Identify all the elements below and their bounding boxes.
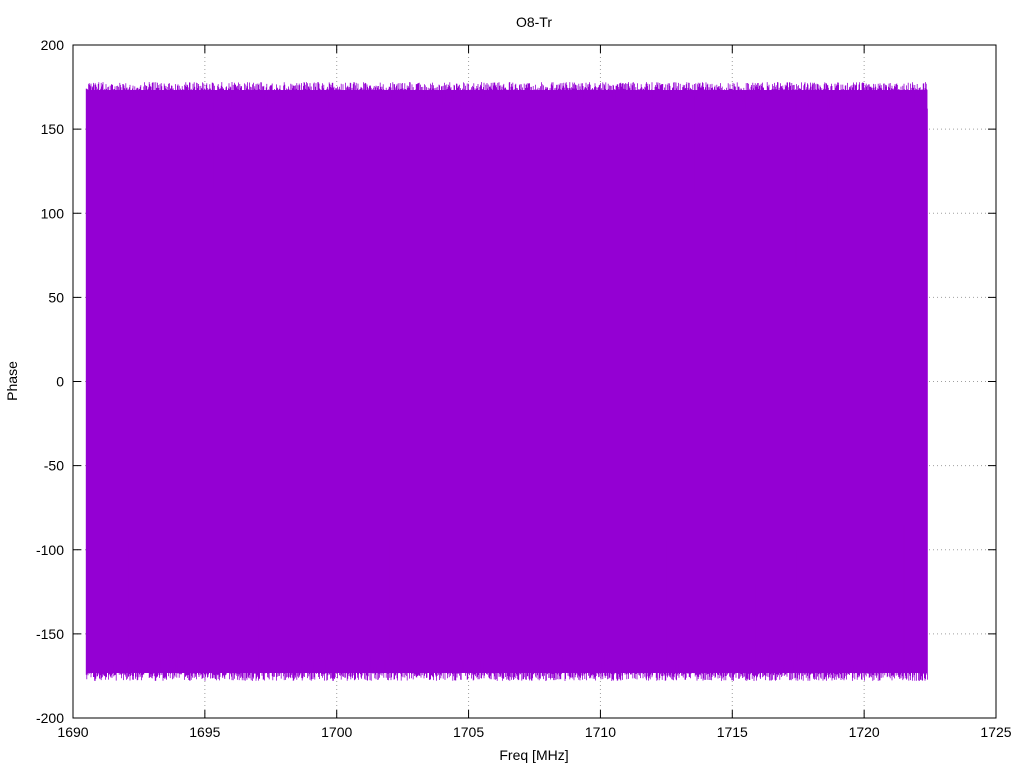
y-tick-label: 0 bbox=[56, 374, 64, 390]
x-tick-label: 1695 bbox=[189, 724, 220, 740]
chart-title: O8-Tr bbox=[516, 14, 552, 30]
x-tick-label: 1725 bbox=[980, 724, 1011, 740]
data-series bbox=[85, 82, 928, 681]
phase-chart: O8-Tr 1690 1695 1700 1705 1710 1715 1720 1725 -2… bbox=[4, 14, 1012, 763]
x-tick-label: 1690 bbox=[57, 724, 88, 740]
x-tick-label: 1700 bbox=[321, 724, 352, 740]
x-axis-label: Freq [MHz] bbox=[499, 747, 568, 763]
x-tick-label: 1720 bbox=[849, 724, 880, 740]
x-tick-label: 1705 bbox=[453, 724, 484, 740]
y-tick-label: 200 bbox=[41, 37, 65, 53]
y-tick-label: -150 bbox=[36, 626, 64, 642]
y-tick-label: -200 bbox=[36, 710, 64, 726]
y-tick-label: -100 bbox=[36, 542, 64, 558]
x-tick-label: 1710 bbox=[585, 724, 616, 740]
y-tick-label: 100 bbox=[41, 205, 65, 221]
x-tick-label: 1715 bbox=[717, 724, 748, 740]
y-tick-label: -50 bbox=[44, 458, 64, 474]
y-axis-label: Phase bbox=[4, 361, 20, 401]
y-tick-label: 50 bbox=[48, 289, 64, 305]
y-tick-label: 150 bbox=[41, 121, 65, 137]
